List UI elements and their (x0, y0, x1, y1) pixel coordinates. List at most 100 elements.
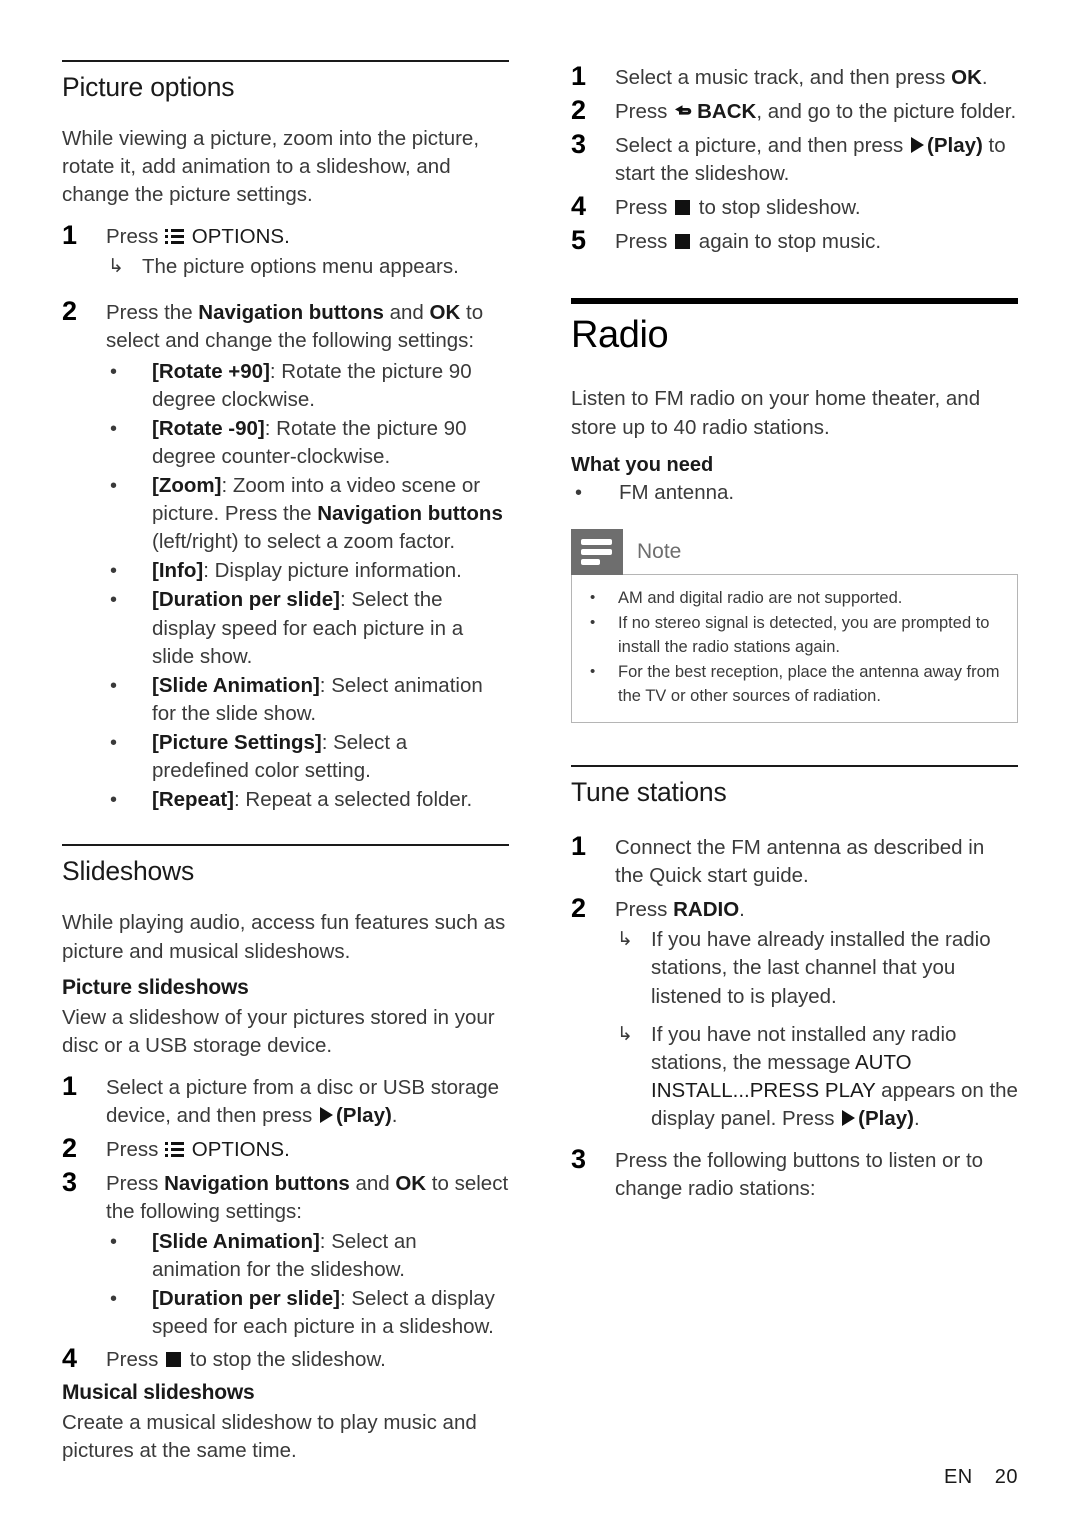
radio-keyword: RADIO (673, 898, 740, 922)
step-2: 2 Press OPTIONS. (62, 1132, 509, 1164)
step-1: 1 Select a picture from a disc or USB st… (62, 1070, 509, 1130)
bullet-icon: • (110, 731, 118, 754)
chapter-radio: Radio Listen to FM radio on your home th… (571, 298, 1018, 724)
step-text-pre: Press (106, 225, 165, 249)
list-item: • [Zoom]: Zoom into a video scene or pic… (106, 472, 509, 556)
play-keyword: (Play) (858, 1106, 914, 1130)
step-number: 1 (571, 831, 587, 862)
step-4: 4 Press to stop the slideshow. (62, 1342, 509, 1374)
list-item: • For the best reception, place the ante… (582, 661, 1003, 708)
result-text: If you have already installed the radio … (651, 928, 991, 1008)
step-1-result: ↳ The picture options menu appears. (106, 253, 509, 281)
slideshows-intro: While playing audio, access fun features… (62, 911, 506, 963)
picture-slideshows-steps: 1 Select a picture from a disc or USB st… (62, 1070, 509, 1375)
list-item-text: For the best reception, place the antenn… (618, 663, 1000, 705)
ok-keyword: OK (395, 1171, 427, 1195)
result-text: The picture options menu appears. (142, 255, 459, 279)
step-text: Press BACK, and go to the picture folder… (615, 94, 1018, 126)
footer-page-number: 20 (994, 1466, 1018, 1488)
list-item: • If no stereo signal is detected, you a… (582, 612, 1003, 659)
result-text: If you have not installed any radio stat… (651, 1021, 1018, 1133)
step-text-post: to stop the slideshow. (184, 1348, 386, 1372)
note-box: Note • AM and digital radio are not supp… (571, 529, 1018, 724)
two-column-layout: Picture options While viewing a picture,… (62, 60, 1018, 1475)
option-term: [Rotate -90] (152, 416, 265, 440)
list-item-text: AM and digital radio are not supported. (618, 589, 903, 608)
list-item-text: [Zoom]: Zoom into a video scene or pictu… (152, 472, 509, 556)
step-text: Press Navigation buttons and OK to selec… (106, 1166, 509, 1226)
step-text-a: Press (615, 196, 674, 220)
step-text: Press the following buttons to listen or… (615, 1148, 984, 1200)
options-icon (165, 1141, 185, 1157)
subheading-musical-slideshows: Musical slideshows (62, 1380, 255, 1404)
section-divider (571, 765, 1018, 768)
navigation-buttons-keyword: Navigation buttons (164, 1171, 350, 1195)
step-text-post: OPTIONS. (186, 225, 290, 249)
step-3: 3 Press the following buttons to listen … (571, 1143, 1018, 1203)
step-text-c: . (391, 1103, 398, 1127)
note-header: Note (571, 529, 1018, 576)
list-item-text: If no stereo signal is detected, you are… (618, 614, 990, 656)
step-text-pre: Press (106, 1348, 165, 1372)
bullet-icon: • (110, 417, 118, 440)
step-text-a: Press the (106, 301, 199, 325)
note-label: Note (637, 540, 682, 564)
step-number: 1 (62, 1070, 78, 1101)
section-divider (62, 844, 509, 847)
step-text: Select a music track, and then press OK. (615, 60, 1018, 92)
list-item: • [Picture Settings]: Select a predefine… (106, 729, 509, 785)
step-text-c: . (981, 66, 988, 89)
step-text-c: , and go to the picture folder. (756, 100, 1017, 124)
step-text-a: Select a picture from a disc or USB stor… (106, 1075, 500, 1127)
play-icon (911, 137, 925, 154)
list-item-text: [Slide Animation]: Select an animation f… (152, 1228, 509, 1284)
section-picture-options: Picture options While viewing a picture,… (62, 60, 509, 814)
list-item: • [Rotate -90]: Rotate the picture 90 de… (106, 415, 509, 471)
option-desc: : Display picture information. (203, 559, 462, 583)
option-term: [Duration per slide] (152, 588, 340, 612)
chapter-title-radio: Radio (571, 314, 669, 357)
page-footer: EN 20 (944, 1466, 1018, 1489)
step-1: 1 Connect the FM antenna as described in… (571, 830, 1018, 890)
section-divider (62, 60, 509, 62)
stop-icon (166, 1352, 182, 1368)
what-you-need-list: • FM antenna. (571, 479, 1018, 507)
list-item-text: [Duration per slide]: Select a display s… (152, 1285, 509, 1341)
option-desc-2: (left/right) to select a zoom factor. (152, 530, 456, 554)
step-text: Select a picture, and then press (Play) … (615, 128, 1018, 188)
list-item-text: [Rotate +90]: Rotate the picture 90 degr… (152, 358, 509, 414)
subheading-what-you-need: What you need (571, 453, 714, 476)
result-arrow-icon: ↳ (108, 256, 124, 278)
option-term: [Slide Animation] (152, 673, 320, 697)
list-item: • [Rotate +90]: Rotate the picture 90 de… (106, 358, 509, 414)
bullet-icon: • (110, 589, 118, 612)
step-2: 2 Press the Navigation buttons and OK to… (62, 295, 509, 355)
step-number: 3 (571, 129, 587, 160)
list-item-text: FM antenna. (619, 480, 735, 504)
stop-icon (675, 200, 691, 216)
list-item: • AM and digital radio are not supported… (582, 587, 1003, 610)
step-number: 1 (62, 220, 78, 251)
step-text-a: Press (615, 898, 674, 922)
step-2-result-2: ↳ If you have not installed any radio st… (615, 1021, 1018, 1133)
step-5: 5 Press again to stop music. (571, 224, 1018, 256)
bullet-icon: • (590, 589, 596, 607)
musical-slideshows-intro: Create a musical slideshow to play music… (62, 1410, 477, 1462)
bullet-icon: • (590, 663, 596, 681)
option-term: [Rotate +90] (152, 359, 270, 383)
play-keyword: (Play) (335, 1103, 392, 1127)
note-lines-icon (571, 529, 623, 576)
radio-intro: Listen to FM radio on your home theater,… (571, 387, 981, 439)
step-text-a: Select a music track, and then press (615, 66, 952, 89)
step-1: 1 Press OPTIONS. (62, 219, 509, 251)
option-term: [Duration per slide] (152, 1287, 340, 1311)
left-column: Picture options While viewing a picture,… (62, 60, 509, 1475)
option-term: [Repeat] (152, 788, 235, 812)
step-text: Connect the FM antenna as described in t… (615, 836, 985, 888)
manual-page: Picture options While viewing a picture,… (0, 0, 1080, 1527)
tune-stations-steps: 1 Connect the FM antenna as described in… (571, 830, 1018, 1203)
step-number: 2 (62, 296, 78, 327)
footer-language: EN (943, 1466, 973, 1488)
list-item-text: [Picture Settings]: Select a predefined … (152, 729, 509, 785)
slideshow-settings-bullet-list: • [Slide Animation]: Select an animation… (106, 1228, 509, 1341)
